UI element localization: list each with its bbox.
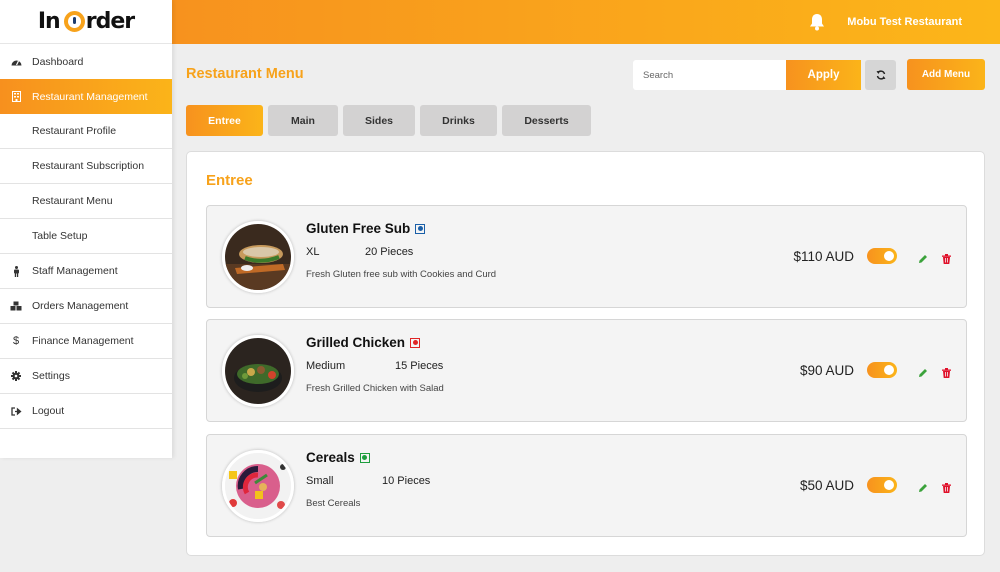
sidebar-item-label: Table Setup [32,230,88,242]
availability-toggle[interactable] [867,248,897,264]
availability-toggle[interactable] [867,362,897,378]
menu-item-card: Grilled Chicken Medium 15 Pieces Fresh G… [206,319,967,422]
menu-item-name: Gluten Free Sub [306,221,426,236]
search-input[interactable] [633,60,786,90]
menu-item-image [222,221,294,293]
building-icon [0,91,32,102]
edit-icon[interactable] [918,251,928,263]
menu-item-card: Gluten Free Sub XL 20 Pieces Fresh Glute… [206,205,967,308]
bell-icon[interactable] [809,13,825,31]
cubes-icon [0,301,32,311]
sidebar-nav: Dashboard Restaurant Management Restaura… [0,44,172,429]
logo-text-left: In [37,9,61,34]
logout-icon [0,406,32,416]
menu-item-pieces: 20 Pieces [365,246,414,258]
sidebar-item-restaurant-management[interactable]: Restaurant Management [0,79,172,114]
dashboard-icon [0,57,32,66]
section-title: Entree [206,172,253,189]
sidebar-item-label: Logout [32,405,65,417]
sidebar-item-label: Restaurant Management [32,90,148,103]
sidebar-item-label: Orders Management [32,300,129,312]
gear-icon [0,371,32,381]
logo[interactable]: In rder [0,0,172,44]
sidebar-item-orders-management[interactable]: Orders Management [0,289,172,324]
logo-text-right: rder [85,9,135,34]
availability-toggle[interactable] [867,477,897,493]
menu-panel: Entree Gluten Free Sub XL 20 Pieces Fres… [186,151,985,556]
sidebar-item-label: Dashboard [32,55,84,68]
sidebar-item-settings[interactable]: Settings [0,359,172,394]
menu-item-price: $110 AUD [793,249,854,264]
sidebar-item-label: Restaurant Subscription [32,160,145,172]
logo-o-icon [63,11,85,32]
edit-icon[interactable] [918,365,928,377]
sidebar-item-label: Restaurant Menu [32,195,113,207]
menu-item-image [222,450,294,522]
menu-item-size: Small [306,475,334,487]
sidebar: In rder Dashboard Restaurant Management … [0,0,172,458]
sidebar-item-logout[interactable]: Logout [0,394,172,429]
menu-item-price: $90 AUD [799,363,854,378]
sidebar-item-dashboard[interactable]: Dashboard [0,44,172,79]
tab-drinks[interactable]: Drinks [420,105,497,136]
sidebar-item-label: Restaurant Profile [32,125,117,137]
food-type-indicator-icon [410,337,421,348]
sidebar-item-restaurant-menu[interactable]: Restaurant Menu [0,184,172,219]
menu-item-pieces: 15 Pieces [395,360,444,372]
menu-item-image [222,335,294,407]
delete-icon[interactable] [942,365,952,378]
menu-item-name: Grilled Chicken [306,335,421,350]
menu-item-size: XL [306,246,320,258]
menu-item-description: Best Cereals [306,498,361,509]
sidebar-item-label: Staff Management [32,265,118,277]
search-bar: Apply [633,60,861,90]
add-menu-button[interactable]: Add Menu [907,59,985,90]
dollar-icon: $ [12,335,20,347]
category-tabs: Entree Main Sides Drinks Desserts [186,105,591,136]
sidebar-item-staff-management[interactable]: Staff Management [0,254,172,289]
food-type-indicator-icon [359,452,370,463]
sidebar-item-finance-management[interactable]: $ Finance Management [0,324,172,359]
tab-sides[interactable]: Sides [343,105,415,136]
tab-entree[interactable]: Entree [186,105,263,136]
sidebar-item-restaurant-subscription[interactable]: Restaurant Subscription [0,149,172,184]
delete-icon[interactable] [942,480,952,493]
sidebar-item-table-setup[interactable]: Table Setup [0,219,172,254]
sidebar-item-label: Settings [32,370,70,382]
menu-item-size: Medium [306,360,346,372]
edit-icon[interactable] [918,480,928,492]
food-type-indicator-icon [415,223,426,234]
menu-item-description: Fresh Grilled Chicken with Salad [306,383,444,394]
page-title: Restaurant Menu [186,66,304,82]
refresh-button[interactable] [865,60,896,90]
person-icon [0,265,32,277]
menu-item-card: Cereals Small 10 Pieces Best Cereals $50… [206,434,967,537]
top-bar: Mobu Test Restaurant [172,0,1000,44]
sidebar-item-restaurant-profile[interactable]: Restaurant Profile [0,114,172,149]
menu-item-pieces: 10 Pieces [382,475,431,487]
tab-main[interactable]: Main [268,105,338,136]
refresh-icon [876,68,886,83]
menu-item-name: Cereals [306,450,370,465]
apply-button[interactable]: Apply [786,60,861,90]
restaurant-name[interactable]: Mobu Test Restaurant [847,16,962,28]
tab-desserts[interactable]: Desserts [502,105,591,136]
delete-icon[interactable] [942,251,952,264]
sidebar-item-label: Finance Management [32,335,134,347]
menu-item-price: $50 AUD [799,478,854,493]
menu-item-description: Fresh Gluten free sub with Cookies and C… [306,269,497,280]
